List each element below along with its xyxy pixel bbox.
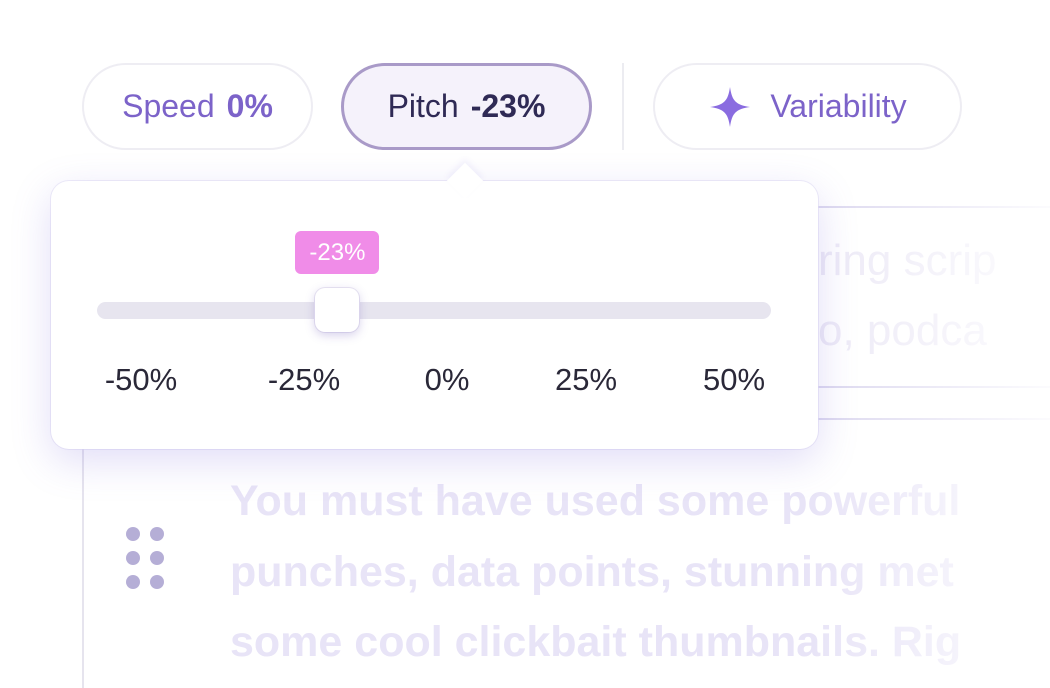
speed-button[interactable]: Speed 0%: [82, 63, 313, 150]
paragraph-1-line-2: o, podca: [818, 306, 987, 355]
editor-left-border: [82, 420, 84, 688]
speed-label: Speed: [122, 88, 215, 124]
paragraph-block-1: [818, 206, 1050, 389]
variability-button[interactable]: Variability: [653, 63, 962, 150]
tick-label: -25%: [267, 362, 341, 397]
block-top-border: [818, 206, 1050, 208]
variability-label: Variability: [770, 88, 907, 124]
paragraph-2-line-2[interactable]: punches, data points, stunning met: [230, 548, 954, 597]
tick-label: 25%: [554, 362, 618, 397]
tick-label: 50%: [702, 362, 766, 397]
paragraph-2-line-3[interactable]: some cool clickbait thumbnails. Rig: [230, 618, 961, 667]
pitch-button[interactable]: Pitch -23%: [341, 63, 592, 150]
drag-handle-icon[interactable]: [126, 527, 166, 589]
block-divider: [818, 418, 1050, 420]
pitch-slider-thumb[interactable]: [315, 288, 360, 332]
pitch-slider-value-tag: -23%: [295, 231, 380, 274]
paragraph-1-line-1: ring scrip: [818, 236, 997, 285]
tick-label: 0%: [424, 362, 470, 397]
block-bottom-border: [818, 386, 1050, 388]
pitch-slider-track[interactable]: [97, 302, 771, 319]
paragraph-2-line-1[interactable]: You must have used some powerful: [230, 477, 960, 526]
tick-label: -50%: [104, 362, 178, 397]
pitch-value: -23%: [470, 88, 546, 124]
toolbar-divider: [622, 63, 624, 150]
sparkle-icon: [710, 86, 751, 127]
pitch-label: Pitch: [387, 88, 459, 124]
speed-value: 0%: [226, 88, 273, 124]
